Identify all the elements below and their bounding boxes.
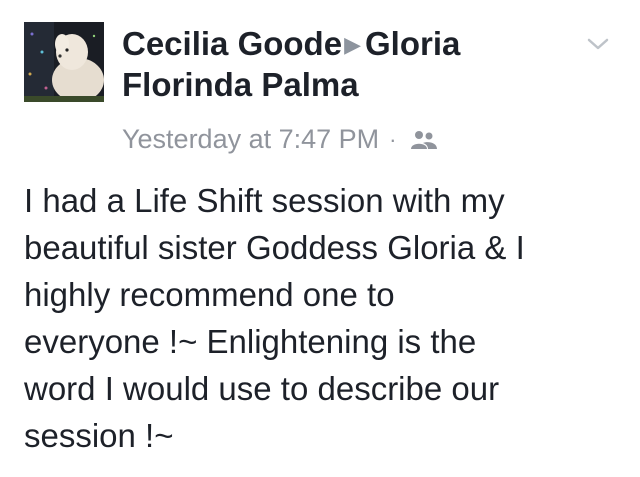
post-card: Cecilia Goode▶ Gloria Florinda Palma Yeste… [0, 0, 640, 477]
post-body-line: session !~ [24, 417, 174, 454]
friends-icon[interactable] [409, 129, 439, 151]
target-name-first[interactable]: Gloria [365, 25, 460, 62]
chevron-down-icon[interactable] [586, 36, 610, 52]
post-body-line: everyone !~ Enlightening is the [24, 323, 477, 360]
post-body-line: word I would use to describe our [24, 370, 500, 407]
author-avatar[interactable] [24, 22, 104, 102]
post-meta: Yesterday at 7:47 PM · [122, 124, 439, 155]
post-body-line: I had a Life Shift session with my [24, 182, 505, 219]
target-name-rest[interactable]: Florinda Palma [122, 66, 359, 103]
meta-separator: · [389, 126, 397, 152]
post-header: Cecilia Goode▶ Gloria Florinda Palma [122, 24, 562, 105]
right-arrow-icon: ▶ [344, 32, 361, 57]
author-name[interactable]: Cecilia Goode [122, 25, 342, 62]
post-body-line: beautiful sister Goddess Gloria & I [24, 229, 525, 266]
timestamp[interactable]: Yesterday at 7:47 PM [122, 124, 379, 155]
post-body: I had a Life Shift session with my beaut… [24, 177, 624, 459]
post-body-line: highly recommend one to [24, 276, 395, 313]
